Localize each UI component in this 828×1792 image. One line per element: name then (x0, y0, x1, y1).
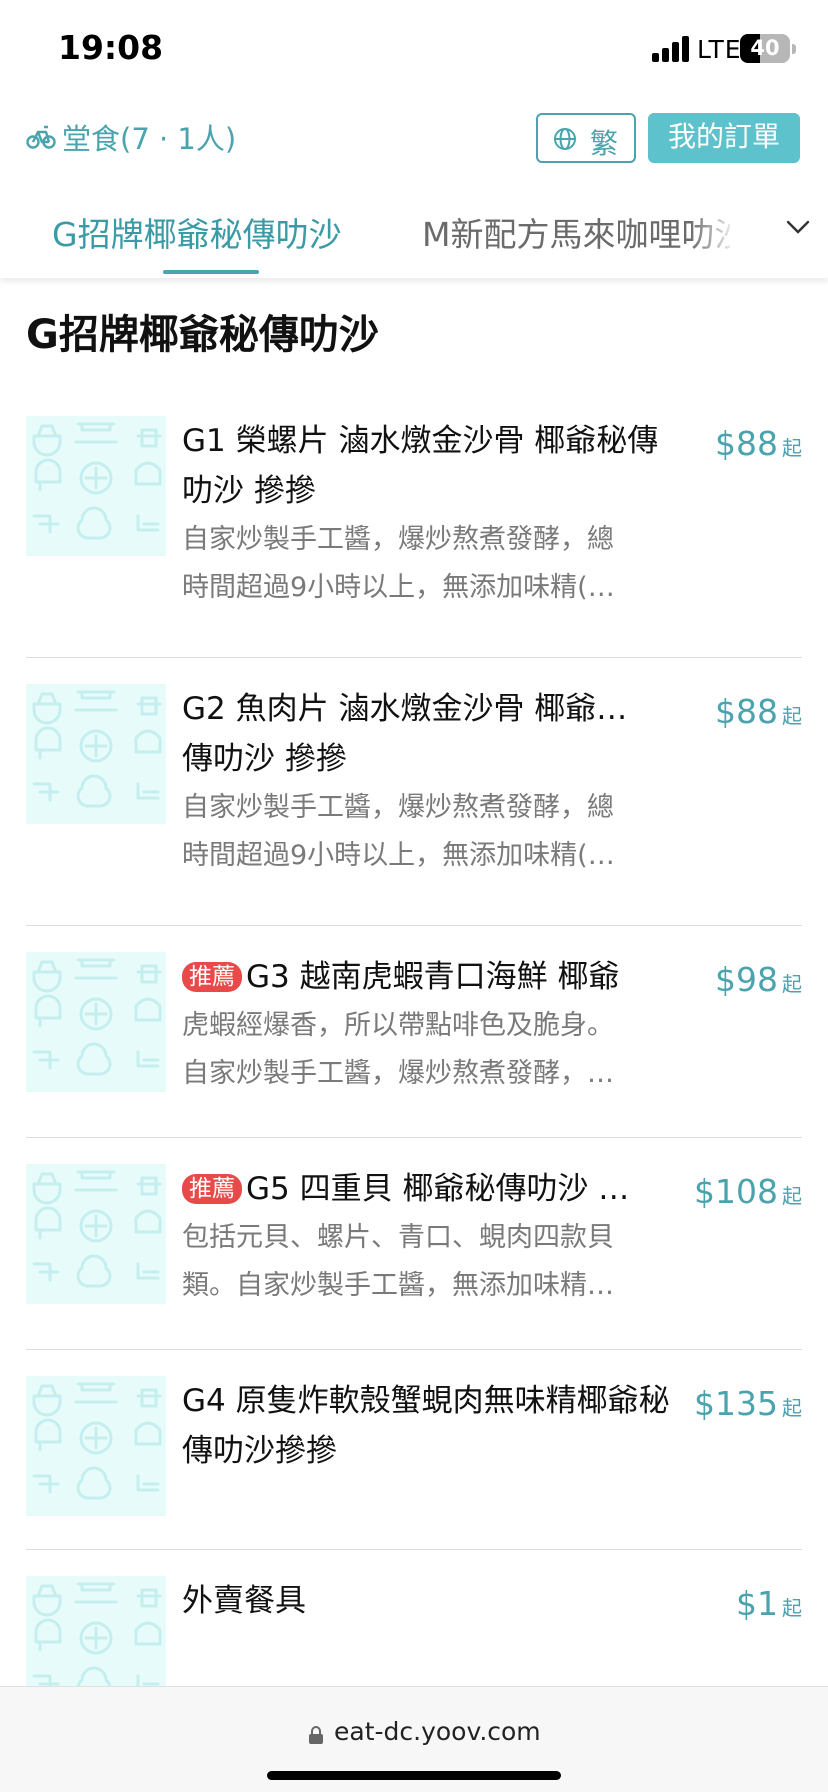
status-bar: 19:08 LTE 40 (0, 0, 828, 100)
home-indicator (267, 1771, 561, 1780)
price-suffix: 起 (782, 1596, 802, 1620)
item-name: G2 魚肉片 滷水燉金沙骨 椰爺… 傳叻沙 摻摻 (182, 684, 682, 784)
divider (26, 1137, 802, 1138)
item-price: $98 起 (682, 960, 802, 999)
item-description-line: 時間超過9小時以上，無添加味精(… (182, 572, 615, 603)
tab-m-curry-laksa[interactable]: M新配方馬來咖哩叻沙 (422, 208, 730, 256)
bicycle-icon[interactable] (26, 122, 56, 152)
divider (26, 657, 802, 658)
item-name-text: G5 四重貝 椰爺秘傳叻沙 … (246, 1171, 630, 1207)
divider (26, 925, 802, 926)
price-suffix: 起 (782, 972, 802, 996)
item-description-line: 虎蝦經爆香，所以帶點啡色及脆身。 (182, 1010, 614, 1041)
chevron-down-icon[interactable] (786, 218, 810, 236)
signal-icon (652, 36, 692, 62)
item-placeholder-image (26, 684, 166, 824)
network-label: LTE (697, 35, 742, 64)
menu-item[interactable]: 外賣餐具 $1 起 (26, 1576, 802, 1686)
item-description: 自家炒製手工醬，爆炒熬煮發酵，總 時間超過9小時以上，無添加味精(… (182, 784, 692, 880)
price-amount: $88 (715, 692, 778, 731)
language-label: 繁 (590, 127, 619, 160)
lock-icon (309, 1726, 323, 1744)
menu-item[interactable]: G4 原隻炸軟殼蟹蜆肉無味精椰爺秘傳叻沙摻摻 $135 起 (26, 1376, 802, 1526)
item-description-line: 類。自家炒製手工醬，無添加味精… (182, 1270, 614, 1301)
recommended-badge: 推薦 (182, 962, 242, 992)
item-name-line: G2 魚肉片 滷水燉金沙骨 椰爺… (182, 691, 628, 727)
price-amount: $108 (694, 1172, 778, 1211)
item-description: 虎蝦經爆香，所以帶點啡色及脆身。 自家炒製手工醬，爆炒熬煮發酵，… (182, 1002, 692, 1098)
item-placeholder-image (26, 416, 166, 556)
category-tabs: G招牌椰爺秘傳叻沙 M新配方馬來咖哩叻沙 (0, 178, 828, 278)
item-placeholder-image (26, 1376, 166, 1516)
item-price: $88 起 (682, 692, 802, 731)
item-name: G1 榮螺片 滷水燉金沙骨 椰爺秘傳叻沙 摻摻 (182, 423, 659, 509)
item-description-line: 自家炒製手工醬，爆炒熬煮發酵，… (182, 1058, 614, 1089)
item-description: 包括元貝、螺片、青口、蜆肉四款貝 類。自家炒製手工醬，無添加味精… (182, 1214, 692, 1310)
item-name: G4 原隻炸軟殼蟹蜆肉無味精椰爺秘傳叻沙摻摻 (182, 1383, 670, 1469)
price-amount: $135 (694, 1384, 778, 1423)
battery-tip (792, 44, 796, 54)
recommended-badge: 推薦 (182, 1174, 242, 1204)
item-price: $135 起 (682, 1384, 802, 1423)
item-description-line: 時間超過9小時以上，無添加味精(… (182, 840, 615, 871)
menu-item[interactable]: G1 榮螺片 滷水燉金沙骨 椰爺秘傳叻沙 摻摻 自家炒製手工醬，爆炒熬煮發酵，總… (26, 416, 802, 603)
price-amount: $88 (715, 424, 778, 463)
status-time: 19:08 (58, 28, 164, 67)
divider (26, 1549, 802, 1550)
menu-item[interactable]: 推薦 G5 四重貝 椰爺秘傳叻沙 … 包括元貝、螺片、青口、蜆肉四款貝 類。自家炒… (26, 1164, 802, 1314)
item-description-line: 包括元貝、螺片、青口、蜆肉四款貝 (182, 1222, 614, 1253)
item-name: 外賣餐具 (182, 1583, 306, 1619)
item-placeholder-image (26, 1164, 166, 1304)
item-name-line: 傳叻沙 摻摻 (182, 741, 347, 777)
item-name: 推薦 G3 越南虎蝦青口海鮮 椰爺 (182, 952, 682, 1002)
header: 堂食(7 · 1人) 繁 我的訂單 (0, 100, 828, 178)
price-suffix: 起 (782, 704, 802, 728)
price-suffix: 起 (782, 1396, 802, 1420)
language-button[interactable]: 繁 (536, 113, 636, 163)
tab-g-signature-laksa[interactable]: G招牌椰爺秘傳叻沙 (52, 208, 342, 256)
item-description-line: 自家炒製手工醬，爆炒熬煮發酵，總 (182, 524, 614, 555)
divider (26, 1349, 802, 1350)
menu-item[interactable]: G2 魚肉片 滷水燉金沙骨 椰爺… 傳叻沙 摻摻 自家炒製手工醬，爆炒熬煮發酵，… (26, 684, 802, 871)
browser-address-bar[interactable]: eat-dc.yoov.com (0, 1686, 828, 1792)
price-suffix: 起 (782, 436, 802, 460)
globe-icon (554, 128, 576, 150)
item-name: 推薦 G5 四重貝 椰爺秘傳叻沙 … (182, 1164, 682, 1214)
item-description-line: 自家炒製手工醬，爆炒熬煮發酵，總 (182, 792, 614, 823)
url-text[interactable]: eat-dc.yoov.com (334, 1717, 541, 1746)
item-placeholder-image (26, 952, 166, 1092)
dine-in-label[interactable]: 堂食(7 · 1人) (62, 116, 236, 158)
battery-level: 40 (750, 36, 780, 60)
battery-icon: 40 (740, 34, 790, 63)
menu-item[interactable]: 推薦 G3 越南虎蝦青口海鮮 椰爺 虎蝦經爆香，所以帶點啡色及脆身。 自家炒製手工… (26, 952, 802, 1102)
item-price: $1 起 (682, 1584, 802, 1623)
item-price: $108 起 (682, 1172, 802, 1211)
item-description: 自家炒製手工醬，爆炒熬煮發酵，總 時間超過9小時以上，無添加味精(… (182, 516, 692, 612)
section-title: G招牌椰爺秘傳叻沙 (26, 312, 379, 358)
my-orders-button[interactable]: 我的訂單 (648, 113, 800, 163)
page: 19:08 LTE 40 堂食(7 · 1人) 繁 我的訂單 G招牌椰爺秘傳叻沙 (0, 0, 828, 1792)
price-suffix: 起 (782, 1184, 802, 1208)
price-amount: $98 (715, 960, 778, 999)
item-name-text: G3 越南虎蝦青口海鮮 椰爺 (246, 959, 620, 995)
tab-active-indicator (163, 270, 259, 274)
price-amount: $1 (736, 1584, 778, 1623)
item-placeholder-image (26, 1576, 166, 1686)
item-price: $88 起 (682, 424, 802, 463)
tab-fade (690, 196, 770, 258)
